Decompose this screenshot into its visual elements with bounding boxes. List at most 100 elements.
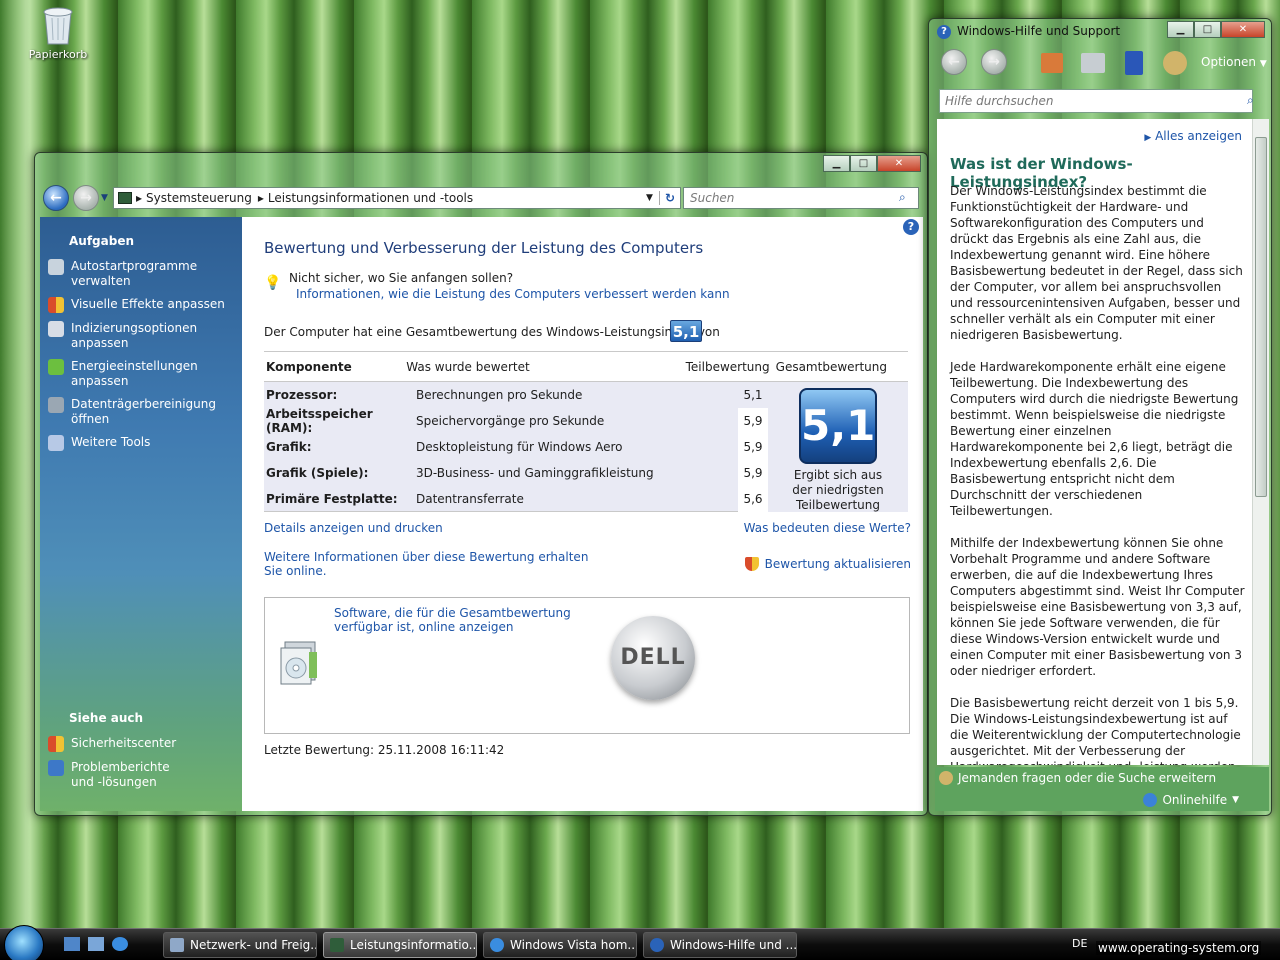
ask-someone-link[interactable]: Jemanden fragen oder die Suche erweitern [939,771,1216,785]
help-icon[interactable]: ? [903,219,919,235]
breadcrumb-performance[interactable]: Leistungsinformationen und -tools [268,191,473,205]
recycle-bin-icon [41,4,75,46]
security-center-icon [48,736,64,752]
what-values-mean-link[interactable]: Was bedeuten diese Werte? [744,521,911,535]
help-scrollbar-thumb[interactable] [1255,137,1267,497]
breadcrumb-control-panel[interactable]: Systemsteuerung [146,191,252,205]
disk-cleanup-icon [48,397,64,413]
show-all-link[interactable]: ▶ Alles anzeigen [1144,129,1242,143]
help-scrollbar[interactable] [1252,119,1269,765]
internet-explorer-icon [490,938,504,952]
indexing-icon [48,321,64,337]
search-icon[interactable]: ⌕ [899,190,906,205]
help-toolbar: ← → Optionen ▼ [933,41,1267,83]
people-icon [939,771,953,785]
refresh-icon[interactable]: ↻ [658,191,680,205]
minimize-button[interactable]: ▁ [823,155,850,172]
see-also-problem-reports[interactable]: Problemberichte und -lösungen [40,757,242,795]
help-search-icon[interactable]: ⌕ [1247,93,1254,108]
hint-question: Nicht sicher, wo Sie anfangen sollen? [289,271,514,285]
task-visual-effects[interactable]: Visuelle Effekte anpassen [40,294,242,318]
back-button[interactable]: ← [43,185,69,211]
task-disk-cleanup[interactable]: Datenträgerbereinigung öffnen [40,394,242,432]
breadcrumb-separator-icon: ▸ [136,191,143,205]
see-also-label: Sicherheitscenter [71,736,177,750]
show-all-label: Alles anzeigen [1155,129,1242,143]
task-label: Autostartprogramme verwalten [71,259,198,288]
taskbar-item-help[interactable]: Windows-Hilfe und ... [643,932,797,958]
header-subscore: Teilbewertung [683,351,772,382]
taskbar-item-performance[interactable]: Leistungsinformatio... [323,932,477,958]
address-bar[interactable]: ▸ Systemsteuerung ▸ Leistungsinformation… [113,187,681,209]
language-indicator[interactable]: DE [1072,937,1087,950]
help-paragraph: Der Windows-Leistungsindex bestimmt die … [950,184,1243,342]
table-row: Grafik (Spiele): 3D-Business- und Gamingg… [264,460,738,486]
more-info-online-link[interactable]: Weitere Informationen über diese Bewertu… [264,550,588,578]
last-rating-timestamp: Letzte Bewertung: 25.11.2008 16:11:42 [264,743,505,757]
more-info-line1: Weitere Informationen über diese Bewertu… [264,550,589,564]
software-box-icon [279,638,323,686]
options-menu[interactable]: Optionen ▼ [1201,55,1267,69]
taskbar-item-network[interactable]: Netzwerk- und Freig... [163,932,317,958]
base-score-panel: 5,1 Ergibt sich aus der niedrigsten Teil… [768,382,908,512]
browse-help-icon[interactable] [1125,51,1143,75]
row-component: Grafik: [266,440,312,454]
taskbar-item-browser[interactable]: Windows Vista hom... [483,932,637,958]
see-also-security-center[interactable]: Sicherheitscenter [40,733,242,757]
home-icon[interactable] [1041,53,1063,73]
help-paragraph: Die Basisbewertung reicht derzeit von 1 … [950,696,1241,765]
maximize-button[interactable]: □ [850,155,877,172]
print-icon[interactable] [1081,53,1105,73]
subscore-cell: 5,9 [743,466,763,480]
globe-icon [1143,793,1158,807]
software-link-line1: Software, die für die Gesamtbewertung [334,606,571,620]
header-component: Komponente [264,351,405,382]
help-close-button[interactable]: ✕ [1221,21,1265,38]
task-more-tools[interactable]: Weitere Tools [40,432,242,456]
show-desktop-icon[interactable] [64,937,80,951]
task-indexing-options[interactable]: Indizierungsoptionen anpassen [40,318,242,356]
improve-performance-link[interactable]: Informationen, wie die Leistung des Comp… [296,287,730,301]
overall-score-text: Der Computer hat eine Gesamtbewertung de… [264,325,720,339]
help-window: ? Windows-Hilfe und Support ▁ □ ✕ ← → Op… [928,18,1272,816]
internet-explorer-icon[interactable] [112,937,128,951]
watermark: www.operating-system.org [1096,941,1262,955]
help-footer: Jemanden fragen oder die Suche erweitern… [935,767,1269,811]
table-row: Primäre Festplatte: Datentransferrate [264,486,738,512]
control-panel-icon [330,938,344,952]
online-help-menu[interactable]: Onlinehilfe ▼ [1143,793,1239,807]
table-row: Grafik: Desktopleistung für Windows Aero [264,434,738,460]
recent-pages-dropdown-icon[interactable]: ▼ [101,193,108,203]
software-online-link[interactable]: Software, die für die Gesamtbewertung ve… [334,606,571,634]
update-rating-button[interactable]: Bewertung aktualisieren [744,557,911,571]
ask-icon[interactable] [1163,51,1187,75]
content-pane: ? Bewertung und Verbesserung der Leistun… [242,217,923,811]
task-label: Weitere Tools [71,435,151,449]
subscore-cell: 5,9 [743,414,763,428]
window-controls: ▁ □ ✕ [823,155,921,172]
details-print-link[interactable]: Details anzeigen und drucken [264,521,443,535]
help-back-button[interactable]: ← [941,49,967,75]
search-input[interactable]: Suchen [683,187,919,209]
recycle-bin-desktop-icon[interactable]: Papierkorb [20,2,96,61]
close-button[interactable]: ✕ [877,155,921,172]
task-startup-programs[interactable]: Autostartprogramme verwalten [40,256,242,294]
dell-logo: DELL [611,616,695,700]
problem-reports-icon [48,760,64,776]
start-button[interactable] [4,925,44,960]
base-score-badge: 5,1 [799,388,877,464]
switch-windows-icon[interactable] [88,937,104,951]
header-measured: Was wurde bewertet [404,351,684,382]
row-measured: Desktopleistung für Windows Aero [416,440,623,454]
help-minimize-button[interactable]: ▁ [1167,21,1194,38]
overall-score-badge: 5,1 [670,320,702,342]
task-power-settings[interactable]: Energieeinstellungen anpassen [40,356,242,394]
forward-button[interactable]: → [73,185,99,211]
help-app-icon: ? [937,25,951,39]
address-dropdown-icon[interactable]: ▼ [640,193,659,203]
help-search-input[interactable]: Hilfe durchsuchen [939,89,1253,113]
help-maximize-button[interactable]: □ [1194,21,1221,38]
show-all-arrow-icon: ▶ [1144,133,1152,143]
help-forward-button[interactable]: → [981,49,1007,75]
ask-someone-label: Jemanden fragen oder die Suche erweitern [958,771,1217,785]
